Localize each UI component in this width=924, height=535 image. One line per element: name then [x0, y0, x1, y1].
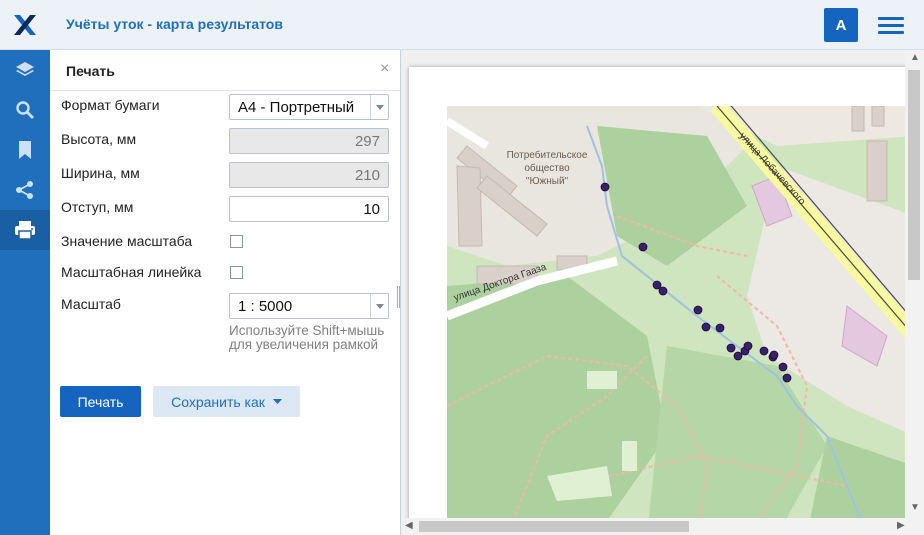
printer-icon	[15, 221, 35, 240]
observation-point[interactable]	[778, 362, 788, 372]
paper-format-label: Формат бумаги	[61, 97, 160, 113]
observation-point[interactable]	[743, 341, 753, 351]
user-avatar-button[interactable]: A	[824, 8, 858, 42]
paper-format-value: A4 - Портретный	[238, 98, 355, 116]
save-as-button[interactable]: Сохранить как	[153, 386, 300, 417]
scale-hint: Используйте Shift+мышь для увеличения ра…	[229, 323, 385, 352]
search-icon	[16, 101, 34, 119]
height-label: Высота, мм	[61, 131, 137, 147]
rail-item-layers[interactable]	[0, 50, 50, 90]
scroll-down-icon[interactable]: ▼	[910, 502, 920, 513]
rail-item-print[interactable]	[0, 210, 50, 250]
rail-item-share[interactable]	[0, 170, 50, 210]
scroll-left-icon[interactable]: ◀	[405, 520, 413, 531]
scroll-thumb[interactable]	[419, 521, 689, 532]
hamburger-menu-icon[interactable]	[878, 17, 904, 35]
vertical-scrollbar[interactable]: ▲ ▼	[905, 50, 924, 518]
save-as-label: Сохранить как	[171, 393, 265, 410]
rail-item-search[interactable]	[0, 90, 50, 130]
layers-icon	[16, 62, 34, 76]
scroll-up-icon[interactable]: ▲	[910, 52, 920, 63]
scale-combobox[interactable]: 1 : 5000	[229, 293, 389, 319]
bookmark-icon	[19, 141, 31, 159]
print-sheet: Потребительское общество "Южный" улица Д…	[409, 67, 914, 535]
chevron-down-icon[interactable]	[370, 294, 388, 318]
logo-icon	[14, 15, 36, 35]
observation-point[interactable]	[600, 182, 610, 192]
chevron-down-icon[interactable]	[370, 95, 388, 119]
scale-value: 1 : 5000	[238, 297, 293, 315]
observation-point[interactable]	[652, 280, 662, 290]
observation-point[interactable]	[782, 373, 792, 383]
observation-point[interactable]	[759, 346, 769, 356]
scroll-right-icon[interactable]: ▶	[897, 520, 905, 531]
width-field: 210	[229, 162, 389, 188]
divider	[50, 90, 400, 91]
app-title: Учёты уток - карта результатов	[66, 16, 283, 32]
height-field: 297	[229, 128, 389, 154]
scale-value-checkbox[interactable]	[230, 235, 243, 248]
print-panel: Печать × Формат бумаги A4 - Портретный В…	[50, 50, 401, 535]
print-preview-area[interactable]: Потребительское общество "Южный" улица Д…	[401, 50, 924, 535]
map-label-cooperative: "Южный"	[526, 176, 569, 187]
app-header: Учёты уток - карта результатов A	[0, 0, 924, 50]
caret-down-icon	[272, 399, 282, 404]
observation-point[interactable]	[769, 350, 779, 360]
margin-field[interactable]: 10	[229, 196, 389, 222]
scale-bar-label: Масштабная линейка	[61, 264, 202, 280]
scale-label: Масштаб	[61, 296, 121, 312]
tool-rail	[0, 50, 50, 535]
rail-item-bookmarks[interactable]	[0, 130, 50, 170]
observation-point[interactable]	[658, 286, 668, 296]
panel-title: Печать	[66, 63, 115, 79]
print-button[interactable]: Печать	[60, 386, 141, 417]
width-label: Ширина, мм	[61, 165, 140, 181]
scroll-thumb[interactable]	[908, 70, 920, 280]
share-icon	[16, 181, 33, 199]
scale-value-label: Значение масштаба	[61, 233, 193, 249]
map-label-cooperative: Потребительское	[507, 149, 588, 161]
observation-point[interactable]	[715, 323, 725, 333]
margin-label: Отступ, мм	[61, 199, 134, 215]
horizontal-scrollbar[interactable]: ◀ ▶	[401, 518, 924, 535]
scale-bar-checkbox[interactable]	[230, 266, 243, 279]
observation-point[interactable]	[701, 322, 711, 332]
observation-point[interactable]	[733, 351, 743, 361]
close-icon[interactable]: ×	[380, 60, 389, 78]
panel-resize-handle[interactable]	[397, 286, 400, 308]
observation-point[interactable]	[726, 343, 736, 353]
app-logo[interactable]	[0, 0, 50, 50]
map-preview[interactable]: Потребительское общество "Южный" улица Д…	[447, 106, 914, 535]
observation-point[interactable]	[638, 242, 648, 252]
map-label-cooperative: общество	[524, 162, 570, 174]
paper-format-select[interactable]: A4 - Портретный	[229, 94, 389, 120]
observation-point[interactable]	[693, 305, 703, 315]
